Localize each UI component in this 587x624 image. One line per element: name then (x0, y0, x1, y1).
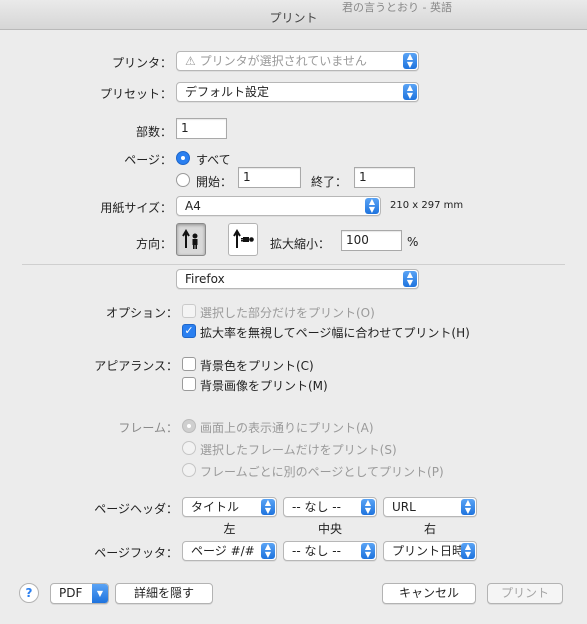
section-separator (22, 264, 565, 265)
print-bg-images-label: 背景画像をプリント(M) (200, 379, 328, 393)
chevron-updown-icon: ▲ ▼ (403, 84, 417, 100)
paper-dimensions: 210 x 297 mm (390, 200, 464, 211)
chevron-updown-icon: ▲ ▼ (403, 271, 417, 287)
portrait-button[interactable] (176, 223, 206, 256)
chevron-updown-icon: ▲ ▼ (461, 543, 475, 559)
print-selection-checkbox[interactable] (182, 304, 196, 318)
pages-all-label: すべて (196, 153, 231, 167)
footer-right-value: プリント日時 (392, 544, 465, 558)
pages-to-label: 終了： (311, 175, 348, 189)
frames-selected-label: 選択したフレームだけをプリント(S) (200, 443, 397, 457)
frames-separate-label: フレームごとに別のページとしてプリント(P) (200, 465, 444, 479)
page-header-label: ページヘッダ： (94, 502, 178, 516)
footer-left-value: ページ #/# (191, 544, 255, 558)
appearance-label: アピアランス： (94, 359, 178, 373)
chevron-updown-icon: ▲ ▼ (461, 499, 475, 515)
pages-from-label: 開始： (196, 175, 233, 189)
preset-label: プリセット： (99, 87, 172, 101)
landscape-button[interactable] (228, 223, 258, 256)
footer-center-select[interactable]: -- なし -- ▲ ▼ (283, 541, 377, 561)
header-left-select[interactable]: タイトル ▲ ▼ (182, 497, 277, 517)
header-center-select[interactable]: -- なし -- ▲ ▼ (283, 497, 377, 517)
warning-icon: ⚠ (185, 54, 196, 68)
pdf-label: PDF (59, 586, 83, 600)
header-right-value: URL (392, 500, 416, 514)
pages-all-radio[interactable] (176, 151, 190, 165)
scale-input[interactable]: 100 (341, 230, 402, 251)
chevron-updown-icon: ▲ ▼ (361, 499, 375, 515)
print-bg-images-checkbox[interactable] (182, 377, 196, 391)
chevron-updown-icon: ▲ ▼ (361, 543, 375, 559)
orientation-label: 方向： (135, 237, 172, 251)
scale-label: 拡大縮小： (270, 237, 331, 251)
chevron-updown-icon: ▲ ▼ (365, 198, 379, 214)
header-left-value: タイトル (191, 500, 240, 514)
hide-details-button[interactable]: 詳細を隠す (115, 583, 213, 604)
landscape-icon (233, 229, 254, 248)
printer-value: プリンタが選択されていません (199, 54, 367, 68)
page-footer-label: ページフッタ： (94, 546, 178, 560)
paper-size-select[interactable]: A4 ▲ ▼ (176, 196, 381, 216)
chevron-updown-icon: ▲ ▼ (261, 543, 275, 559)
paper-size-value: A4 (185, 199, 201, 213)
chevron-down-icon: ▼ (92, 584, 108, 603)
ignore-scale-label: 拡大率を無視してページ幅に合わせてプリント(H) (200, 326, 470, 340)
footer-left-select[interactable]: ページ #/# ▲ ▼ (182, 541, 277, 561)
title-bar: 君の言うとおり - 英語 プリント (0, 0, 587, 30)
portrait-icon (182, 229, 198, 249)
cancel-button[interactable]: キャンセル (382, 583, 476, 604)
print-selection-label: 選択した部分だけをプリント(O) (200, 306, 375, 320)
printer-select[interactable]: ⚠ プリンタが選択されていません ▲ ▼ (176, 51, 419, 71)
options-label: オプション： (105, 306, 178, 320)
chevron-updown-icon: ▲ ▼ (403, 53, 417, 69)
help-button[interactable]: ? (19, 583, 39, 603)
app-section-select[interactable]: Firefox ▲ ▼ (176, 269, 419, 289)
percent-sign: % (407, 235, 419, 249)
ignore-scale-checkbox[interactable]: ✓ (182, 324, 196, 338)
print-bg-colors-label: 背景色をプリント(C) (200, 359, 314, 373)
column-left-label: 左 (223, 522, 236, 536)
frames-label: フレーム： (118, 421, 178, 435)
print-button[interactable]: プリント (487, 583, 563, 604)
copies-label: 部数： (135, 125, 172, 139)
printer-label: プリンタ： (111, 56, 172, 70)
pages-label: ページ： (124, 153, 172, 167)
pages-range-radio[interactable] (176, 173, 190, 187)
chevron-updown-icon: ▲ ▼ (261, 499, 275, 515)
preset-value: デフォルト設定 (185, 85, 270, 99)
pages-to-input[interactable]: 1 (354, 167, 415, 188)
app-section-value: Firefox (185, 272, 225, 286)
frames-as-shown-radio[interactable] (182, 419, 196, 433)
footer-center-value: -- なし -- (292, 544, 341, 558)
frames-separate-radio[interactable] (182, 463, 196, 477)
header-center-value: -- なし -- (292, 500, 341, 514)
window-title: プリント (269, 11, 318, 25)
pdf-menu-button[interactable]: PDF ▼ (50, 583, 109, 604)
column-center-label: 中央 (317, 522, 342, 536)
footer-right-select[interactable]: プリント日時 ▲ ▼ (383, 541, 477, 561)
frames-selected-radio[interactable] (182, 441, 196, 455)
print-bg-colors-checkbox[interactable] (182, 357, 196, 371)
column-right-label: 右 (423, 522, 436, 536)
preset-select[interactable]: デフォルト設定 ▲ ▼ (176, 82, 419, 102)
header-right-select[interactable]: URL ▲ ▼ (383, 497, 477, 517)
paper-size-label: 用紙サイズ： (100, 201, 172, 215)
pages-from-input[interactable]: 1 (238, 167, 301, 188)
checkmark-icon: ✓ (184, 324, 194, 337)
frames-as-shown-label: 画面上の表示通りにプリント(A) (200, 421, 374, 435)
copies-input[interactable]: 1 (176, 118, 227, 139)
